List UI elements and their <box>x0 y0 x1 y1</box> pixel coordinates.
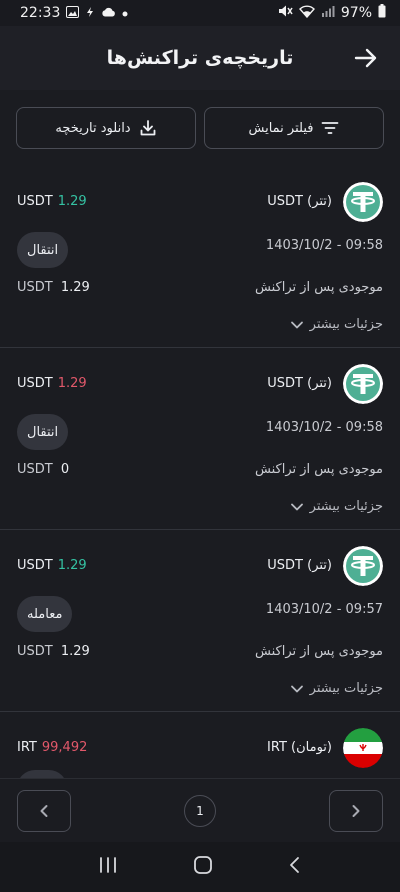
asset-name: USDT (تتر) <box>267 558 332 573</box>
system-nav-bar <box>0 842 400 892</box>
transaction-type-badge: انتقال <box>17 232 69 268</box>
back-chevron-icon <box>290 857 300 873</box>
balance-value: USDT 1.29 <box>17 644 90 659</box>
balance-currency: USDT <box>17 462 53 477</box>
transaction-datetime: 1403/10/2 - 09:58 <box>265 420 383 435</box>
transaction-type-badge <box>17 770 67 778</box>
page-title: تاریخچه‌ی تراکنش‌ها <box>106 47 294 69</box>
balance-label: موجودی پس از تراکنش <box>255 462 383 477</box>
chevron-down-icon <box>290 321 303 328</box>
more-details-toggle[interactable]: جزئیات بیشتر <box>290 681 383 696</box>
link-icon <box>85 6 95 21</box>
filter-icon <box>322 122 339 134</box>
filter-button[interactable]: فیلتر نمایش <box>204 107 384 149</box>
system-back-button[interactable] <box>288 855 302 879</box>
current-page-indicator[interactable]: 1 <box>184 795 216 827</box>
gallery-icon <box>66 5 80 21</box>
balance-amount: 0 <box>60 462 70 477</box>
transaction-type-badge: انتقال <box>17 414 69 450</box>
battery-percent: 97% <box>340 5 372 21</box>
transaction-card: USDT (تتر) USDT 1.29 انتقال 1403/10/2 - 0… <box>0 166 400 348</box>
cloud-icon <box>101 7 116 20</box>
amount-currency: USDT <box>17 194 53 209</box>
status-left: 22:33 <box>20 5 128 21</box>
more-details-toggle[interactable]: جزئیات بیشتر <box>290 317 383 332</box>
chevron-left-icon <box>40 805 48 817</box>
status-bar: 22:33 97% <box>0 0 400 26</box>
tether-logo-icon <box>343 546 383 586</box>
asset-name: USDT (تتر) <box>267 376 332 391</box>
chevron-down-icon <box>290 503 303 510</box>
amount-value: 1.29 <box>57 376 87 391</box>
transaction-datetime: 1403/10/2 - 09:58 <box>265 238 383 253</box>
app-header: تاریخچه‌ی تراکنش‌ها <box>0 26 400 90</box>
recent-apps-button[interactable] <box>98 856 118 878</box>
amount-value: 1.29 <box>57 558 87 573</box>
more-details-label: جزئیات بیشتر <box>309 499 383 514</box>
transaction-card: USDT (تتر) USDT 1.29 معامله 1403/10/2 - 0… <box>0 530 400 712</box>
notification-dot-icon <box>122 7 128 20</box>
more-details-toggle[interactable]: جزئیات بیشتر <box>290 499 383 514</box>
previous-page-button[interactable] <box>17 790 71 832</box>
download-history-button[interactable]: دانلود تاریخچه <box>16 107 196 149</box>
download-history-label: دانلود تاریخچه <box>55 120 131 136</box>
transaction-list: USDT (تتر) USDT 1.29 انتقال 1403/10/2 - 0… <box>0 166 400 778</box>
chevron-down-icon <box>290 685 303 692</box>
balance-label: موجودی پس از تراکنش <box>255 280 383 295</box>
transaction-type-badge: معامله <box>17 596 73 632</box>
arrow-right-icon <box>354 48 377 68</box>
mute-icon <box>278 4 293 22</box>
toolbar: دانلود تاریخچه فیلتر نمایش <box>16 107 384 149</box>
transaction-amount: USDT 1.29 <box>17 194 87 209</box>
transaction-amount: USDT 1.29 <box>17 558 87 573</box>
transaction-amount: IRT 99,492 <box>17 740 87 755</box>
amount-value: 99,492 <box>41 740 88 755</box>
amount-value: 1.29 <box>57 194 87 209</box>
transaction-card: USDT (تتر) USDT 1.29 انتقال 1403/10/2 - 0… <box>0 348 400 530</box>
transaction-amount: USDT 1.29 <box>17 376 87 391</box>
iran-flag-icon <box>343 728 383 768</box>
asset-name: IRT (تومان) <box>267 740 332 755</box>
balance-currency: USDT <box>17 280 53 295</box>
balance-value: USDT 1.29 <box>17 280 90 295</box>
transaction-datetime: 1403/10/2 - 09:57 <box>265 602 383 617</box>
signal-icon <box>321 5 335 21</box>
chevron-right-icon <box>352 805 360 817</box>
wifi-icon <box>298 4 315 22</box>
home-button[interactable] <box>193 855 213 879</box>
next-page-button[interactable] <box>329 790 383 832</box>
balance-label: موجودی پس از تراکنش <box>255 644 383 659</box>
download-icon <box>140 120 156 136</box>
tether-logo-icon <box>343 182 383 222</box>
balance-amount: 1.29 <box>60 644 90 659</box>
pagination: 1 <box>0 778 400 842</box>
filter-label: فیلتر نمایش <box>248 120 314 136</box>
status-right: 97% <box>278 4 386 22</box>
asset-name: USDT (تتر) <box>267 194 332 209</box>
amount-currency: USDT <box>17 558 53 573</box>
balance-value: USDT 0 <box>17 462 69 477</box>
tether-logo-icon <box>343 364 383 404</box>
status-time: 22:33 <box>20 5 61 21</box>
amount-currency: USDT <box>17 376 53 391</box>
balance-amount: 1.29 <box>60 280 90 295</box>
amount-currency: IRT <box>17 740 37 755</box>
back-button[interactable] <box>348 40 384 76</box>
recent-apps-icon <box>99 857 116 873</box>
more-details-label: جزئیات بیشتر <box>309 317 383 332</box>
home-icon <box>194 856 212 874</box>
battery-icon <box>378 4 386 22</box>
balance-currency: USDT <box>17 644 53 659</box>
more-details-label: جزئیات بیشتر <box>309 681 383 696</box>
transaction-card: IRT (تومان) IRT 99,492 <box>0 712 400 778</box>
